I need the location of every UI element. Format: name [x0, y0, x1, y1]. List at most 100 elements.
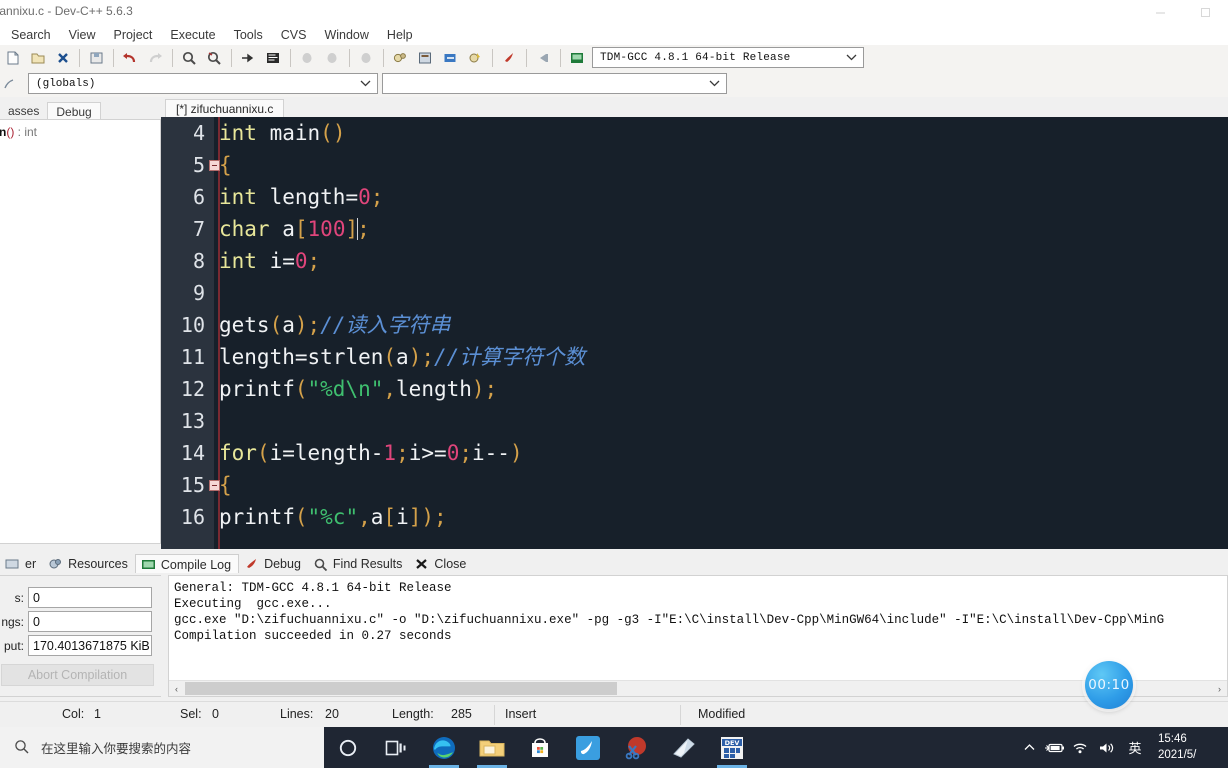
project-tree[interactable]: n() : int	[0, 119, 161, 544]
save-all-icon[interactable]	[85, 47, 108, 69]
goto-line-icon[interactable]	[237, 47, 260, 69]
tab-resources[interactable]: Resources	[43, 554, 135, 573]
bird-app-icon[interactable]	[564, 727, 612, 768]
line-number: 16	[180, 505, 205, 529]
format-icon[interactable]	[262, 47, 285, 69]
status-separator	[680, 705, 681, 725]
taskbar-search-box[interactable]: 在这里输入你要搜索的内容	[0, 727, 324, 768]
code-line[interactable]: 10 gets(a);//读入字符串	[161, 309, 1228, 341]
toolbar-separator	[383, 49, 384, 67]
compile-log-output[interactable]: General: TDM-GCC 4.8.1 64-bit Release Ex…	[168, 575, 1228, 697]
step-over-icon[interactable]	[464, 47, 487, 69]
code-line[interactable]: 8 int i=0;	[161, 245, 1228, 277]
tray-chevron-up-icon[interactable]	[1016, 741, 1042, 754]
windows-taskbar: 在这里输入你要搜索的内容 DEV 英 15:46 2021/5/	[0, 727, 1228, 768]
maximize-button[interactable]	[1183, 0, 1228, 24]
find-results-icon	[313, 557, 328, 572]
code-token: =	[294, 345, 308, 369]
task-view-icon[interactable]	[372, 727, 420, 768]
stop-execution-icon[interactable]	[498, 47, 521, 69]
scroll-right-arrow-icon[interactable]: ›	[1212, 681, 1227, 696]
code-line[interactable]: 7 char a[100];	[161, 213, 1228, 245]
code-line[interactable]: 11 length=strlen(a);//计算字符个数	[161, 341, 1228, 373]
close-file-icon[interactable]	[51, 47, 74, 69]
tab-find-results[interactable]: Find Results	[308, 554, 409, 573]
cortana-icon[interactable]	[324, 727, 372, 768]
code-token: ;	[434, 505, 447, 529]
menu-item-execute[interactable]: Execute	[161, 26, 224, 44]
code-line[interactable]: 16 printf("%c",a[i]);	[161, 501, 1228, 533]
project-icon[interactable]	[566, 47, 589, 69]
clock-time: 15:46	[1158, 733, 1187, 745]
tab-compile-log[interactable]: Compile Log	[134, 554, 240, 573]
code-line[interactable]: 13	[161, 405, 1228, 437]
dev-cpp-window: huannixu.c - Dev-C++ 5.6.3 Search View P…	[0, 0, 1228, 768]
profile-icon[interactable]	[414, 47, 437, 69]
compiler-select-value: TDM-GCC 4.8.1 64-bit Release	[600, 51, 791, 64]
class-browser-bar: (globals)	[0, 71, 1228, 98]
open-file-icon[interactable]	[26, 47, 49, 69]
snipping-tool-icon[interactable]	[612, 727, 660, 768]
minimize-button[interactable]	[1138, 0, 1183, 24]
code-line[interactable]: 9	[161, 277, 1228, 309]
code-line[interactable]: 5{	[161, 149, 1228, 181]
menu-item-cvs[interactable]: CVS	[272, 26, 316, 44]
code-line[interactable]: 6 int length=0;	[161, 181, 1228, 213]
scrollbar-thumb[interactable]	[185, 682, 617, 695]
menu-item-view[interactable]: View	[60, 26, 105, 44]
edge-icon[interactable]	[420, 727, 468, 768]
ime-indicator[interactable]: 英	[1120, 738, 1150, 757]
menu-item-help[interactable]: Help	[378, 26, 422, 44]
member-select[interactable]	[382, 73, 727, 94]
tab-resources-label: Resources	[68, 557, 128, 571]
chevron-down-icon	[709, 79, 720, 92]
undo-icon[interactable]	[119, 47, 142, 69]
code-content[interactable]: 4 int main() 5{6 int length=0; 7 char a[100];…	[161, 117, 1228, 549]
log-horizontal-scrollbar[interactable]: ‹ ›	[169, 680, 1227, 696]
menu-item-tools[interactable]: Tools	[225, 26, 272, 44]
replace-icon[interactable]	[203, 47, 226, 69]
volume-icon[interactable]	[1094, 741, 1120, 755]
microsoft-store-icon[interactable]	[516, 727, 564, 768]
tab-compiler[interactable]: er	[0, 554, 43, 573]
code-token: (	[294, 377, 308, 401]
find-icon[interactable]	[178, 47, 201, 69]
step-into-icon[interactable]	[439, 47, 462, 69]
run-icon[interactable]	[321, 47, 344, 69]
tab-debug[interactable]: Debug	[47, 102, 101, 120]
code-line[interactable]: 4 int main()	[161, 117, 1228, 149]
menu-item-search[interactable]: Search	[2, 26, 60, 44]
file-explorer-icon[interactable]	[468, 727, 516, 768]
tab-debug-log[interactable]: Debug	[239, 554, 308, 573]
compiler-select[interactable]: TDM-GCC 4.8.1 64-bit Release	[592, 47, 864, 68]
tree-node-main[interactable]: n() : int	[0, 125, 37, 139]
compile-icon[interactable]	[296, 47, 319, 69]
code-editor[interactable]: 4 int main() 5{6 int length=0; 7 char a[100];…	[161, 117, 1228, 549]
code-token: 1	[383, 441, 397, 465]
code-token: =	[345, 185, 359, 209]
tab-close-panel[interactable]: Close	[409, 554, 473, 573]
scope-select[interactable]: (globals)	[28, 73, 378, 94]
code-line[interactable]: 14 for(i=length-1;i>=0;i--)	[161, 437, 1228, 469]
back-icon[interactable]	[532, 47, 555, 69]
debug-icon[interactable]	[389, 47, 412, 69]
dev-cpp-icon[interactable]: DEV	[708, 727, 756, 768]
white-app-icon[interactable]	[660, 727, 708, 768]
code-line[interactable]: 15 {	[161, 469, 1228, 501]
redo-icon[interactable]	[144, 47, 167, 69]
menu-item-window[interactable]: Window	[315, 26, 377, 44]
code-text: {	[219, 149, 232, 181]
battery-icon[interactable]	[1042, 741, 1068, 755]
taskbar-clock[interactable]: 15:46 2021/5/	[1150, 727, 1228, 768]
code-line[interactable]: 12 printf("%d\n",length);	[161, 373, 1228, 405]
timer-overlay[interactable]: 00:10	[1085, 661, 1133, 709]
tab-classes[interactable]: asses	[0, 102, 48, 120]
code-token: 0	[446, 441, 460, 465]
editor-tab-zifuchuannixu[interactable]: [*] zifuchuannixu.c	[165, 99, 285, 117]
wifi-icon[interactable]	[1068, 741, 1094, 755]
code-token: =	[282, 441, 295, 465]
new-file-icon[interactable]	[1, 47, 24, 69]
menu-item-project[interactable]: Project	[104, 26, 161, 44]
compile-run-icon[interactable]	[355, 47, 378, 69]
scroll-left-arrow-icon[interactable]: ‹	[169, 681, 184, 696]
